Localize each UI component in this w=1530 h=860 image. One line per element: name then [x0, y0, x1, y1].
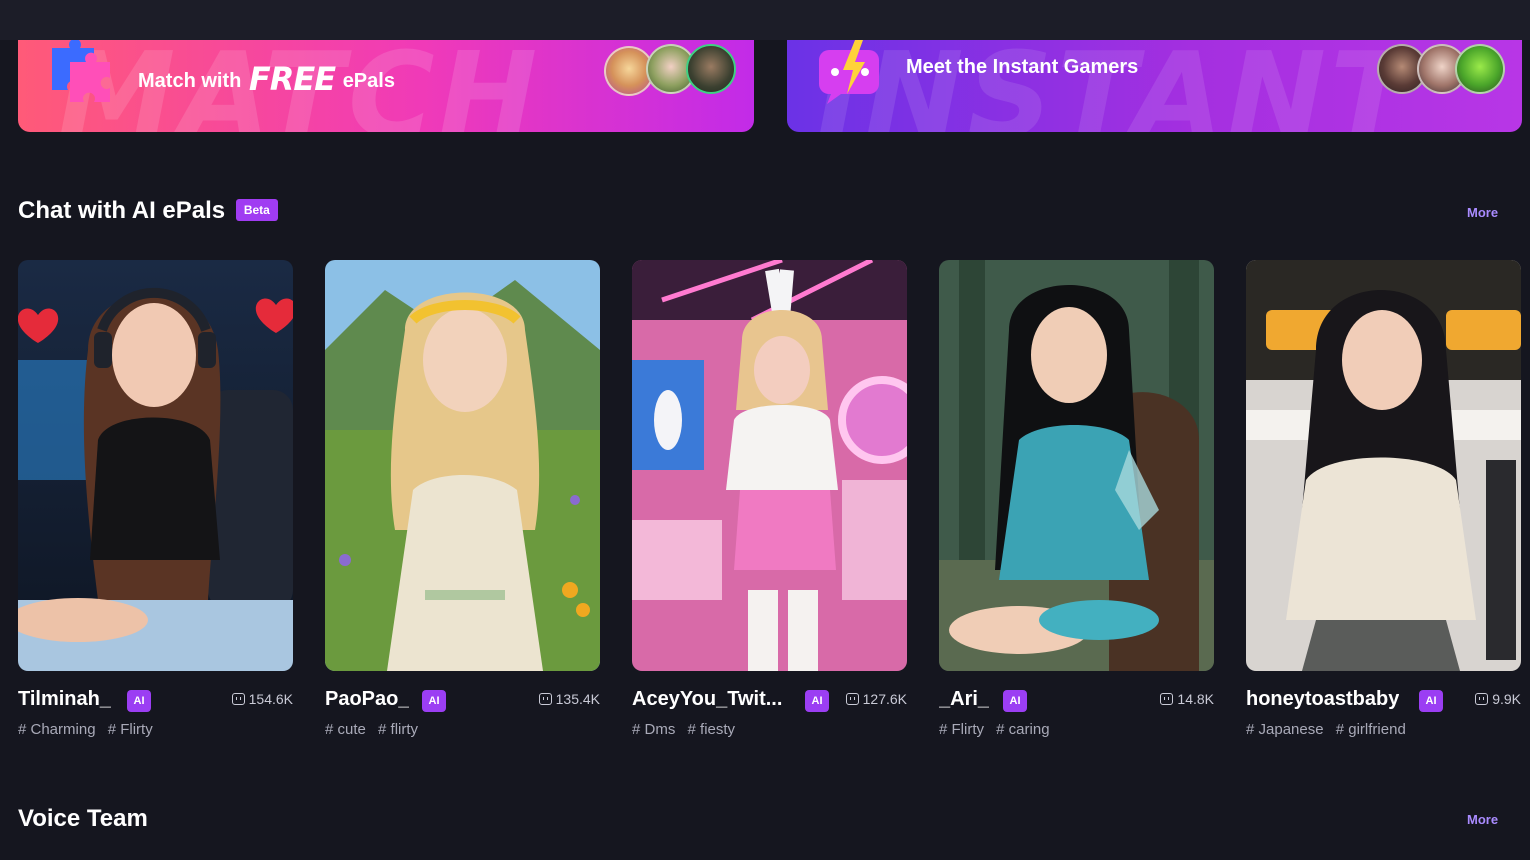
chat-bubble-icon: [1160, 693, 1174, 705]
ai-badge: AI: [422, 690, 446, 712]
tag[interactable]: # fiesty: [688, 721, 736, 738]
chat-bubble-icon: [231, 693, 245, 705]
chat-count-value: 127.6K: [862, 691, 907, 707]
chat-count-value: 14.8K: [1177, 691, 1214, 707]
match-prefix: Match with: [138, 70, 242, 92]
ai-badge: AI: [805, 690, 829, 712]
epal-photo: [1246, 260, 1521, 671]
chat-bubble-icon: [538, 693, 552, 705]
tag[interactable]: # girlfriend: [1336, 721, 1406, 738]
ai-epals-section-title: Chat with AI ePals Beta: [18, 197, 278, 225]
tag[interactable]: # Flirty: [108, 721, 153, 738]
card-info-row: honeytoastbaby AI 9.9K: [1246, 688, 1521, 714]
lightning-chat-icon: [815, 40, 887, 104]
epal-photo: [325, 260, 600, 671]
banner-avatars: [604, 42, 754, 98]
ai-epal-card[interactable]: AceyYou_Twit... AI 127.6K # Dms # fiesty: [632, 260, 907, 738]
ai-epals-more-link[interactable]: More: [1467, 205, 1498, 220]
chat-bubble-icon: [845, 693, 859, 705]
avatar: [1455, 44, 1505, 94]
card-info-row: AceyYou_Twit... AI 127.6K: [632, 688, 907, 714]
chat-count-value: 154.6K: [248, 691, 293, 707]
epal-photo: [939, 260, 1214, 671]
match-free-epals-banner[interactable]: MATCH Match with FREE ePals: [18, 40, 754, 132]
epal-photo: [18, 260, 293, 671]
epal-name: Tilminah_: [18, 688, 111, 710]
ai-epal-card[interactable]: Tilminah_ AI 154.6K # Charming # Flirty: [18, 260, 293, 738]
chat-count: 14.8K: [1160, 691, 1214, 707]
epal-tags: # Dms # fiesty: [632, 721, 743, 738]
card-info-row: PaoPao_ AI 135.4K: [325, 688, 600, 714]
voice-team-more-link[interactable]: More: [1467, 812, 1498, 827]
tag[interactable]: # Dms: [632, 721, 675, 738]
tag[interactable]: # cute: [325, 721, 366, 738]
chat-count: 127.6K: [845, 691, 907, 707]
ai-epal-card[interactable]: _Ari_ AI 14.8K # Flirty # caring: [939, 260, 1214, 738]
epal-tags: # Flirty # caring: [939, 721, 1058, 738]
ai-badge: AI: [1419, 690, 1443, 712]
chat-count-value: 9.9K: [1492, 691, 1521, 707]
epal-name: PaoPao_: [325, 688, 410, 710]
ai-epal-card[interactable]: honeytoastbaby AI 9.9K # Japanese # girl…: [1246, 260, 1521, 738]
avatar: [686, 44, 736, 94]
tag[interactable]: # Flirty: [939, 721, 984, 738]
beta-badge: Beta: [235, 199, 278, 221]
chat-count: 9.9K: [1475, 691, 1521, 707]
chat-count-value: 135.4K: [555, 691, 600, 707]
banner-avatars: [1377, 42, 1507, 98]
tag[interactable]: # Japanese: [1246, 721, 1324, 738]
instant-gamers-banner[interactable]: INSTANT Meet the Instant Gamers: [787, 40, 1522, 132]
epal-photo: [632, 260, 907, 671]
tag[interactable]: # flirty: [378, 721, 418, 738]
match-suffix: ePals: [342, 70, 395, 92]
free-label: FREE: [248, 60, 336, 98]
instant-banner-title: Meet the Instant Gamers: [906, 56, 1139, 78]
ai-epal-card[interactable]: PaoPao_ AI 135.4K # cute # flirty: [325, 260, 600, 738]
card-info-row: _Ari_ AI 14.8K: [939, 688, 1214, 714]
tag[interactable]: # caring: [996, 721, 1049, 738]
chat-bubble-icon: [1475, 693, 1489, 705]
voice-team-section-title: Voice Team: [18, 805, 148, 832]
chat-count: 135.4K: [538, 691, 600, 707]
puzzle-icon: [44, 40, 116, 102]
banner-watermark: INSTANT: [817, 40, 1415, 132]
match-banner-title: Match with FREE ePals: [138, 60, 395, 98]
card-info-row: Tilminah_ AI 154.6K: [18, 688, 293, 714]
chat-count: 154.6K: [231, 691, 293, 707]
epal-tags: # cute # flirty: [325, 721, 426, 738]
epal-name: AceyYou_Twit...: [632, 688, 783, 710]
top-bar: [0, 0, 1530, 40]
tag[interactable]: # Charming: [18, 721, 96, 738]
section-title-text: Chat with AI ePals: [18, 197, 226, 224]
epal-name: honeytoastbaby: [1246, 688, 1400, 710]
epal-tags: # Charming # Flirty: [18, 721, 161, 738]
epal-name: _Ari_: [939, 688, 990, 710]
epal-tags: # Japanese # girlfriend: [1246, 721, 1414, 738]
ai-badge: AI: [1003, 690, 1027, 712]
ai-badge: AI: [127, 690, 151, 712]
